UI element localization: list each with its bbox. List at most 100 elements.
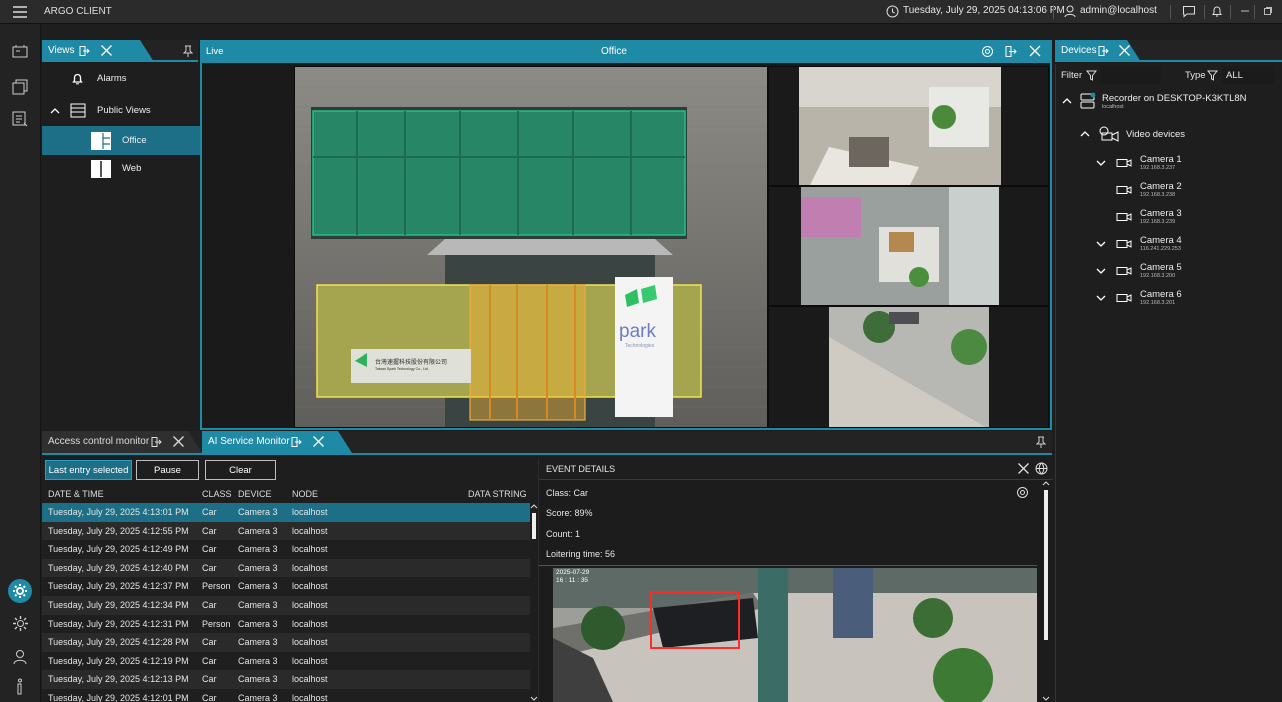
app-title: ARGO CLIENT [44, 6, 112, 17]
filter-input[interactable] [1101, 66, 1161, 84]
col-header-class[interactable]: CLASS [202, 489, 232, 499]
detach-icon[interactable] [78, 45, 90, 57]
filter-icon[interactable] [1086, 70, 1097, 81]
chevron-down-icon[interactable] [1096, 240, 1106, 248]
tree-item-web[interactable]: Web [42, 154, 200, 183]
chevron-down-icon[interactable] [1096, 159, 1106, 167]
layout-2-split-icon [90, 159, 112, 179]
table-row[interactable]: Tuesday, July 29, 2025 4:12:40 PM Car Came… [42, 558, 530, 578]
table-row[interactable]: Tuesday, July 29, 2025 4:12:55 PM Car Came… [42, 521, 530, 541]
video-devices-group[interactable]: Video devices [1080, 126, 1185, 142]
camera-item[interactable]: Camera 6 192.168.3.201 [1096, 289, 1182, 306]
col-header-node[interactable]: NODE [292, 489, 318, 499]
details-scrollbar[interactable] [1042, 480, 1050, 702]
camera-item[interactable]: Camera 1 192.168.3.237 [1096, 154, 1182, 171]
user-label[interactable]: admin@localhost [1080, 5, 1157, 16]
ptz-icon[interactable] [1016, 486, 1029, 499]
grid-scrollbar[interactable] [530, 503, 538, 702]
playback-icon[interactable] [12, 79, 28, 95]
chevron-down-icon[interactable] [1096, 294, 1106, 302]
tree-item-office[interactable]: Office [42, 126, 200, 155]
camera-item[interactable]: Camera 4 116.241.229.253 [1096, 235, 1182, 252]
type-select[interactable]: ALL [1222, 66, 1274, 84]
info-icon[interactable] [15, 678, 25, 696]
notification-bell-icon[interactable] [1211, 5, 1223, 18]
tab-access-control[interactable]: Access control monitor [42, 431, 202, 453]
table-row[interactable]: Tuesday, July 29, 2025 4:12:37 PM Person C… [42, 577, 530, 596]
tree-item-alarms[interactable]: Alarms [42, 64, 200, 93]
pin-icon[interactable] [1036, 436, 1046, 448]
camera-tile-3[interactable] [768, 186, 1049, 306]
recorder-host: localhost [1102, 103, 1124, 110]
recorder-node[interactable]: Recorder on DESKTOP-K3KTL8N localhost [1062, 92, 1247, 110]
pin-icon[interactable] [183, 45, 193, 57]
chevron-down-icon[interactable] [1096, 267, 1106, 275]
minimize-icon[interactable] [1240, 6, 1250, 16]
devices-tabbar: Devices [1055, 40, 1282, 62]
chevron-up-icon[interactable] [50, 107, 60, 115]
camera-tile-4[interactable] [768, 306, 1049, 428]
cell-datetime: Tuesday, July 29, 2025 4:12:37 PM [48, 581, 189, 592]
hamburger-menu-icon[interactable] [12, 5, 28, 19]
ai-settings-icon[interactable] [8, 579, 32, 603]
detach-icon[interactable] [290, 436, 302, 448]
tab-ai-service-monitor[interactable]: AI Service Monitor [202, 431, 352, 453]
tree-item-public-views[interactable]: Public Views [42, 96, 200, 125]
cell-class: Car [202, 525, 217, 536]
table-row[interactable]: Tuesday, July 29, 2025 4:12:01 PM Car Came… [42, 688, 530, 702]
col-header-data-string[interactable]: DATA STRING [468, 489, 527, 499]
snapshot-time: 16 : 11 : 35 [556, 577, 589, 584]
col-header-device[interactable]: DEVICE [238, 489, 272, 499]
camera-tile-2[interactable] [768, 66, 1049, 186]
cell-class: Car [202, 692, 217, 702]
chevron-up-icon[interactable] [1080, 130, 1090, 138]
cell-class: Car [202, 507, 217, 517]
detach-icon[interactable] [150, 436, 162, 448]
tree-item-label: Office [122, 135, 147, 146]
cell-device: Camera 3 [238, 674, 278, 685]
user-icon[interactable] [1064, 5, 1076, 18]
tab-devices[interactable]: Devices [1055, 40, 1141, 62]
table-row[interactable]: Tuesday, July 29, 2025 4:12:34 PM Car Came… [42, 595, 530, 615]
table-row[interactable]: Tuesday, July 29, 2025 4:12:31 PM Person C… [42, 614, 530, 634]
close-icon[interactable] [1028, 44, 1042, 58]
tab-live-label[interactable]: Live [206, 46, 223, 57]
table-row[interactable]: Tuesday, July 29, 2025 4:12:13 PM Car Came… [42, 670, 530, 689]
chevron-up-icon[interactable] [1062, 97, 1072, 105]
park-sign-subtext: Technologies [625, 343, 655, 349]
close-icon[interactable] [1118, 44, 1131, 57]
detach-icon[interactable] [1004, 45, 1018, 58]
camera-tile-main[interactable]: 台灣速握科技股份有限公司 Taiwan Spark Technology Co.… [294, 66, 768, 428]
camera-item[interactable]: Camera 2 192.168.3.238 [1096, 181, 1182, 198]
live-view-icon[interactable] [12, 44, 28, 58]
pause-button[interactable]: Pause [136, 460, 199, 480]
camera-item[interactable]: Camera 5 192.168.3.200 [1096, 262, 1182, 279]
tab-access-label: Access control monitor [48, 436, 150, 447]
detach-icon[interactable] [1097, 45, 1109, 57]
cell-device: Camera 3 [238, 507, 278, 517]
settings-gear-icon[interactable] [12, 615, 29, 632]
tree-item-label: Alarms [97, 73, 127, 84]
table-row[interactable]: Tuesday, July 29, 2025 4:13:01 PM Car Came… [42, 503, 530, 522]
close-icon[interactable] [1017, 462, 1030, 475]
globe-icon[interactable] [1035, 462, 1048, 475]
tab-views[interactable]: Views [42, 40, 154, 62]
type-filter-icon[interactable] [1207, 70, 1218, 81]
col-header-datetime[interactable]: DATE & TIME [48, 489, 104, 499]
table-row[interactable]: Tuesday, July 29, 2025 4:12:19 PM Car Came… [42, 651, 530, 671]
camera-name: Camera 6 [1140, 289, 1182, 300]
restore-icon[interactable] [1263, 6, 1273, 16]
camera-item[interactable]: Camera 3 192.168.3.239 [1096, 208, 1182, 225]
table-row[interactable]: Tuesday, July 29, 2025 4:12:49 PM Car Came… [42, 540, 530, 559]
events-icon[interactable] [12, 111, 28, 127]
users-icon[interactable] [13, 649, 27, 665]
ptz-icon[interactable] [981, 45, 994, 58]
last-entry-selected-button[interactable]: Last entry selected [45, 460, 132, 480]
close-icon[interactable] [172, 435, 185, 448]
clear-button[interactable]: Clear [205, 460, 276, 480]
close-icon[interactable] [312, 435, 325, 448]
close-icon[interactable] [100, 44, 113, 57]
chat-icon[interactable] [1182, 5, 1196, 18]
table-row[interactable]: Tuesday, July 29, 2025 4:12:28 PM Car Came… [42, 633, 530, 652]
cell-datetime: Tuesday, July 29, 2025 4:12:19 PM [48, 655, 189, 666]
